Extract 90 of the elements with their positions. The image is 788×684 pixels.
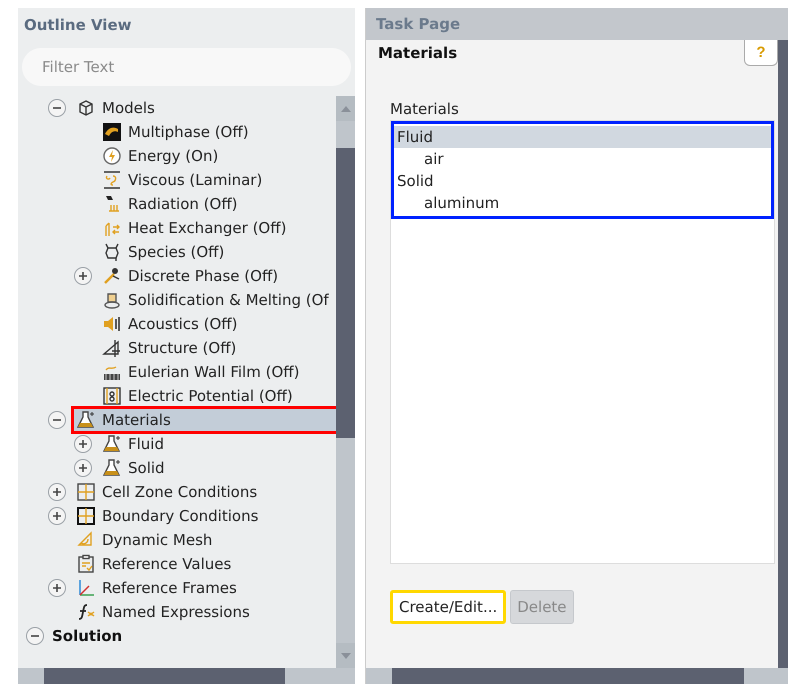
lightning-icon	[102, 146, 122, 166]
tree-item[interactable]: Structure (Off)	[100, 337, 336, 359]
tree-item[interactable]: Energy (On)	[100, 145, 336, 167]
list-item[interactable]: Fluid	[394, 126, 771, 148]
action-button[interactable]: Create/Edit...	[390, 590, 506, 624]
tree-item[interactable]: Models	[74, 97, 336, 119]
panel-title: Outline View	[23, 15, 132, 36]
tree-item-label: Heat Exchanger (Off)	[128, 219, 286, 237]
tree-item-label: Boundary Conditions	[102, 507, 258, 525]
tree-item-label: Reference Frames	[102, 579, 237, 597]
tree-item-label: Radiation (Off)	[128, 195, 238, 213]
tree-item-label: Energy (On)	[128, 147, 218, 165]
panel-title: Task Page	[366, 8, 788, 40]
list-item[interactable]: air	[394, 148, 771, 170]
expand-toggle[interactable]	[48, 483, 66, 501]
expand-toggle[interactable]	[74, 435, 92, 453]
down-arrow-icon	[340, 652, 350, 658]
function-icon	[76, 602, 96, 622]
tree-item-label: Electric Potential (Off)	[128, 387, 293, 405]
tree-item[interactable]: Eulerian Wall Film (Off)	[100, 361, 336, 383]
tree-item[interactable]: Cell Zone Conditions	[74, 481, 336, 503]
tree-item-label: Discrete Phase (Off)	[128, 267, 278, 285]
tree-item-label[interactable]: Solution	[52, 627, 122, 645]
tree-item-label: Models	[102, 99, 155, 117]
grid-icon	[76, 506, 96, 526]
tree-item-label: Dynamic Mesh	[102, 531, 212, 549]
plus-icon	[52, 487, 62, 497]
tree-item[interactable]: Species (Off)	[100, 241, 336, 263]
up-arrow-icon	[340, 106, 350, 112]
tree-item-label: Viscous (Laminar)	[128, 171, 262, 189]
tree-item[interactable]: Fluid	[100, 433, 336, 455]
tree-item-label: Multiphase (Off)	[128, 123, 249, 141]
plus-icon	[78, 271, 88, 281]
flask-icon	[102, 434, 122, 454]
expand-toggle[interactable]	[48, 579, 66, 597]
tree-item-label: Species (Off)	[128, 243, 224, 261]
tree-item-label: Reference Values	[102, 555, 232, 573]
tree-item-label: Solid	[128, 459, 165, 477]
vertical-scrollbar[interactable]	[336, 96, 355, 668]
tree-item[interactable]: Multiphase (Off)	[100, 121, 336, 143]
horizontal-scrollbar[interactable]	[18, 668, 355, 684]
tree-item[interactable]: Materials	[74, 409, 336, 431]
tree-item-label: Structure (Off)	[128, 339, 236, 357]
swirl-icon	[102, 170, 122, 190]
tree-item[interactable]: Solidification & Melting (Of	[100, 289, 336, 311]
tree-item-label: Cell Zone Conditions	[102, 483, 258, 501]
expand-toggle[interactable]	[74, 267, 92, 285]
page-heading: Materials	[378, 43, 458, 62]
list-label: Materials	[390, 100, 460, 118]
tree-item[interactable]: Named Expressions	[74, 601, 336, 623]
plus-icon	[78, 463, 88, 473]
tree-item[interactable]: Discrete Phase (Off)	[100, 265, 336, 287]
circuit-icon	[102, 386, 122, 406]
plus-icon	[52, 583, 62, 593]
tree-item[interactable]: Boundary Conditions	[74, 505, 336, 527]
plus-icon	[78, 439, 88, 449]
tree-item[interactable]: Reference Values	[74, 553, 336, 575]
collapse-toggle[interactable]	[26, 627, 44, 645]
wave-icon	[102, 122, 122, 142]
tree-item[interactable]: Heat Exchanger (Off)	[100, 217, 336, 239]
expand-toggle[interactable]	[48, 507, 66, 525]
tree-item[interactable]: Reference Frames	[74, 577, 336, 599]
tree-item-label: Materials	[102, 411, 171, 429]
grid-icon	[76, 482, 96, 502]
tree-item[interactable]: Electric Potential (Off)	[100, 385, 336, 407]
speaker-icon	[102, 314, 122, 334]
flask-icon	[76, 410, 96, 430]
flask-icon	[102, 458, 122, 478]
vertical-scrollbar[interactable]	[778, 40, 788, 668]
pin-icon	[102, 266, 122, 286]
list-item[interactable]: aluminum	[394, 192, 771, 214]
clipboard-icon	[76, 554, 96, 574]
tree-item-label: Acoustics (Off)	[128, 315, 238, 333]
tree-item[interactable]: Solid	[100, 457, 336, 479]
list-item[interactable]: Solid	[394, 170, 771, 192]
expand-toggle[interactable]	[74, 459, 92, 477]
tree-item[interactable]: Radiation (Off)	[100, 193, 336, 215]
collapse-toggle[interactable]	[48, 411, 66, 429]
filter-field[interactable]: Filter Text	[22, 48, 351, 86]
horizontal-scrollbar[interactable]	[366, 668, 788, 684]
tree-item-label: Solidification & Melting (Of	[128, 291, 329, 309]
tree-item[interactable]: Dynamic Mesh	[74, 529, 336, 551]
plus-icon	[52, 511, 62, 521]
tree-item[interactable]: Viscous (Laminar)	[100, 169, 336, 191]
tree-item-label: Eulerian Wall Film (Off)	[128, 363, 300, 381]
collapse-toggle[interactable]	[48, 99, 66, 117]
tree-item-label: Named Expressions	[102, 603, 250, 621]
tree-item[interactable]: Acoustics (Off)	[100, 313, 336, 335]
tree-item-label: Fluid	[128, 435, 164, 453]
triangle-ruler-icon	[102, 338, 122, 358]
